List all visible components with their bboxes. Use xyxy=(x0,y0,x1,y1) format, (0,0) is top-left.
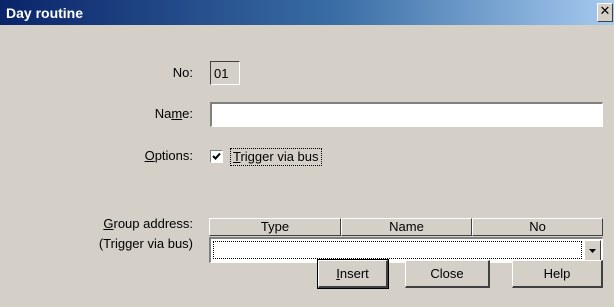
name-input[interactable] xyxy=(210,102,603,127)
group-address-sublabel: (Trigger via bus) xyxy=(98,236,193,251)
trigger-via-bus-label[interactable]: Trigger via bus xyxy=(230,148,322,166)
name-label: Name: xyxy=(154,106,193,121)
day-routine-dialog: Day routine ✕ No: 01 Name: Options: Trig… xyxy=(0,0,614,307)
dropdown-button[interactable] xyxy=(584,240,601,261)
options-label: Options: xyxy=(144,148,193,163)
group-address-label: Group address: xyxy=(103,216,193,231)
title-bar: Day routine ✕ xyxy=(0,0,614,25)
no-field: 01 xyxy=(210,61,240,85)
close-icon: ✕ xyxy=(599,4,611,19)
column-header-type[interactable]: Type xyxy=(209,218,341,236)
combobox-value xyxy=(213,241,582,259)
chevron-down-icon xyxy=(589,249,596,253)
checkmark-icon xyxy=(212,152,221,160)
help-button[interactable]: Help xyxy=(512,260,603,288)
no-label: No: xyxy=(172,65,193,80)
close-button[interactable]: Close xyxy=(405,260,490,288)
close-window-button[interactable]: ✕ xyxy=(597,3,613,22)
insert-button[interactable]: Insert xyxy=(317,259,389,289)
window-title: Day routine xyxy=(6,5,84,21)
group-address-grid-header: Type Name No xyxy=(209,218,603,236)
column-header-no[interactable]: No xyxy=(472,218,603,236)
trigger-via-bus-checkbox[interactable] xyxy=(210,150,223,163)
column-header-name[interactable]: Name xyxy=(341,218,472,236)
